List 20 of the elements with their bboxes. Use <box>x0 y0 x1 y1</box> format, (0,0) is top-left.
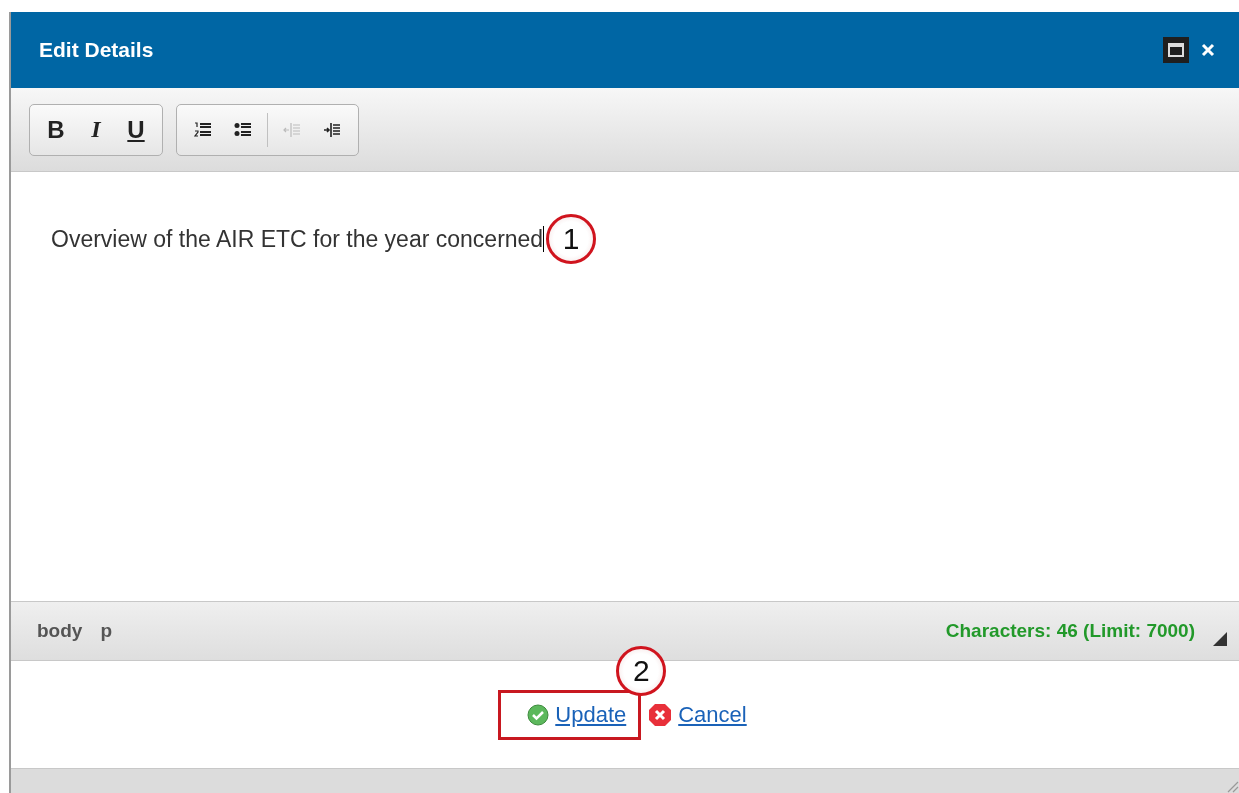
maximize-icon[interactable] <box>1163 37 1189 63</box>
underline-button[interactable]: U <box>116 109 156 150</box>
bullet-list-icon <box>234 121 252 138</box>
update-link[interactable]: Update <box>498 689 642 740</box>
indent-icon <box>323 121 341 138</box>
check-icon <box>527 703 550 726</box>
numbered-list-icon <box>194 121 212 138</box>
element-path-item[interactable]: body <box>37 620 83 642</box>
bold-button[interactable]: B <box>36 109 76 150</box>
element-path-item[interactable]: p <box>100 620 112 642</box>
close-icon[interactable] <box>1201 43 1215 57</box>
italic-button[interactable]: I <box>76 109 116 150</box>
character-counter: Characters: 46 (Limit: 7000) <box>945 620 1195 642</box>
resize-handle-icon[interactable] <box>1211 630 1227 646</box>
window-title: Edit Details <box>39 38 154 62</box>
editor-text: Overview of the AIR ETC for the year concerned <box>51 225 544 253</box>
resize-grip-icon[interactable] <box>1225 779 1239 793</box>
cancel-icon <box>648 702 673 727</box>
outdent-icon <box>283 121 301 138</box>
callout-badge: 1 <box>546 214 597 264</box>
